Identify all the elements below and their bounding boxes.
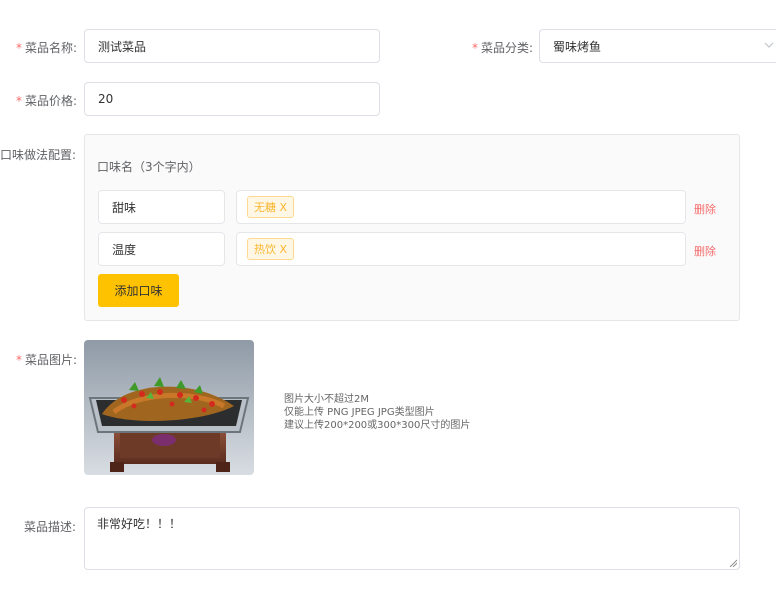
flavor-name-input[interactable]: 温度	[98, 232, 225, 266]
dish-photo	[84, 340, 254, 475]
dish-image-upload[interactable]	[84, 340, 254, 475]
dish-description-textarea[interactable]: 非常好吃！！！	[84, 507, 740, 570]
delete-flavor-button[interactable]: 删除	[694, 201, 716, 217]
image-upload-tips: 图片大小不超过2M 仅能上传 PNG JPEG JPG类型图片 建议上传200*…	[284, 394, 471, 431]
dish-price-input[interactable]: 20	[84, 82, 380, 116]
dish-name-input[interactable]: 测试菜品	[84, 29, 380, 63]
required-asterisk: *	[16, 41, 22, 55]
flavor-column-header: 口味名（3个字内）	[97, 160, 201, 174]
dish-category-select[interactable]: 蜀味烤鱼	[539, 29, 776, 63]
required-asterisk: *	[472, 41, 478, 55]
flavor-config-panel: 口味名（3个字内） 甜味 无糖 X 删除 温度 热饮 X 删除 添加口味	[84, 134, 740, 321]
add-flavor-button[interactable]: 添加口味	[98, 274, 179, 307]
dish-image-label: * 菜品图片:	[16, 353, 78, 367]
flavor-name-input[interactable]: 甜味	[98, 190, 225, 224]
dish-description-label: 菜品描述:	[24, 520, 77, 534]
flavor-values-field[interactable]: 热饮 X	[236, 232, 686, 266]
flavor-values-field[interactable]: 无糖 X	[236, 190, 686, 224]
flavor-tag[interactable]: 热饮 X	[247, 238, 295, 260]
chevron-down-icon	[764, 42, 774, 48]
dish-price-label: * 菜品价格:	[16, 94, 78, 108]
flavor-config-label: 口味做法配置:	[0, 148, 77, 162]
required-asterisk: *	[16, 94, 22, 108]
required-asterisk: *	[16, 353, 22, 367]
resize-handle-icon[interactable]	[729, 559, 737, 567]
flavor-tag[interactable]: 无糖 X	[247, 196, 295, 218]
dish-name-label: * 菜品名称:	[16, 41, 78, 55]
dish-category-label: * 菜品分类:	[472, 41, 534, 55]
delete-flavor-button[interactable]: 删除	[694, 243, 716, 259]
